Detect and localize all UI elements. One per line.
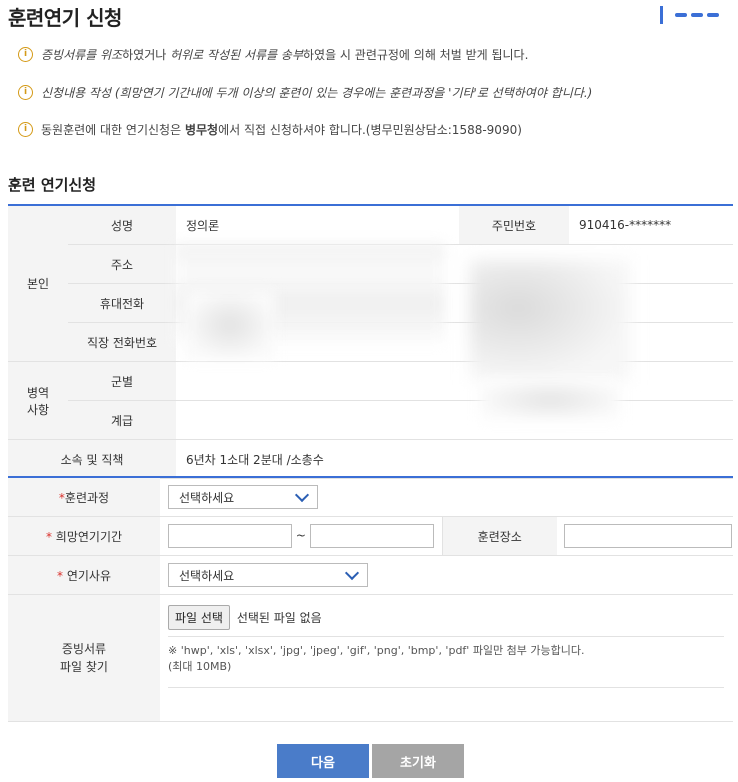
notice-text: 동원훈련에 대한 연기신청은 병무청에서 직접 신청하셔야 합니다.(병무민원상…: [41, 121, 522, 138]
rrn-value: 910416-*******: [569, 205, 733, 245]
notice-text: 신청내용 작성 (희망연기 기간내에 두개 이상의 훈련이 있는 경우에는 훈련…: [41, 84, 592, 101]
notice-fragment: 신청내용 작성 (희망연기 기간내에 두개 이상의 훈련이 있는 경우에는 훈련…: [41, 86, 593, 100]
file-hint: ※ 'hwp', 'xls', 'xlsx', 'jpg', 'jpeg', '…: [168, 644, 585, 657]
period-separator: ~: [295, 528, 306, 543]
period-label: * 희망연기기간: [8, 516, 160, 556]
period-start-input[interactable]: [168, 524, 292, 548]
military-group-label: 병역 사항: [8, 361, 68, 440]
rrn-label: 주민번호: [459, 205, 569, 245]
redacted-area: [480, 380, 620, 420]
notice-fragment: 증빙서류를: [41, 48, 101, 62]
notice-fragment: 위조: [100, 48, 123, 62]
branch-value: [176, 361, 733, 401]
rank-value: [176, 400, 733, 440]
course-label: *훈련과정: [8, 477, 160, 517]
info-icon: i: [18, 122, 33, 137]
notice-fragment: 하였을 시 관련규정에 의해 처벌 받게 됩니다.: [302, 48, 529, 62]
course-select[interactable]: 선택하세요: [168, 485, 318, 509]
period-end-input[interactable]: [309, 524, 434, 548]
info-icon: i: [18, 47, 33, 62]
name-value: 정의론: [176, 205, 459, 245]
unit-value: 6년차 1소대 2분대 /소총수: [176, 439, 733, 479]
place-label: 훈련장소: [441, 516, 557, 556]
notice-3: i 동원훈련에 대한 연기신청은 병무청에서 직접 신청하셔야 합니다.(병무민…: [18, 121, 522, 138]
notice-fragment: 동원훈련에 대한 연기신청은: [41, 123, 185, 137]
section-title: 훈련 연기신청: [8, 176, 97, 194]
next-button[interactable]: 다음: [277, 744, 369, 778]
chevron-down-icon: [344, 565, 360, 581]
reset-button[interactable]: 초기화: [372, 744, 464, 778]
unit-label: 소속 및 직책: [8, 439, 176, 479]
chevron-down-icon: [294, 487, 310, 503]
redacted-area: [185, 290, 275, 360]
notice-1: i 증빙서류를 위조하였거나 허위로 작성된 서류를 송부하였을 시 관련규정에…: [18, 46, 528, 63]
page-title: 훈련연기 신청: [8, 6, 122, 30]
mobile-label: 휴대전화: [68, 283, 176, 323]
notice-text: 증빙서류를 위조하였거나 허위로 작성된 서류를 송부하였을 시 관련규정에 의…: [41, 46, 528, 63]
divider: [660, 6, 663, 24]
rank-label: 계급: [68, 400, 176, 440]
file-status: 선택된 파일 없음: [236, 611, 322, 625]
notice-fragment: 에서 직접 신청하셔야 합니다.(병무민원상담소:1588-9090): [218, 123, 522, 137]
person-group-label: 본인: [8, 205, 68, 362]
application-form-table: *훈련과정 선택하세요 * 희망연기기간 ~ 훈련장소 * 연기사유 선택하세요…: [8, 476, 733, 722]
file-select-button[interactable]: 파일 선택: [168, 605, 230, 630]
info-icon: i: [18, 85, 33, 100]
branch-label: 군별: [68, 361, 176, 401]
reason-select[interactable]: 선택하세요: [168, 563, 368, 587]
name-label: 성명: [68, 205, 176, 245]
notice-fragment: 허위로 작성된 서류를 송부: [170, 48, 303, 62]
file-size-hint: (최대 10MB): [168, 660, 232, 673]
notice-2: i 신청내용 작성 (희망연기 기간내에 두개 이상의 훈련이 있는 경우에는 …: [18, 84, 592, 101]
work-phone-label: 직장 전화번호: [68, 322, 176, 362]
notice-fragment: 하였거나: [122, 48, 171, 62]
redacted-area: [470, 260, 630, 380]
address-label: 주소: [68, 244, 176, 284]
notice-fragment: 병무청: [184, 123, 219, 137]
menu-icon[interactable]: [660, 6, 722, 24]
place-input[interactable]: [564, 524, 732, 548]
reason-label: * 연기사유: [8, 555, 160, 595]
file-label: 증빙서류 파일 찾기: [8, 594, 160, 722]
